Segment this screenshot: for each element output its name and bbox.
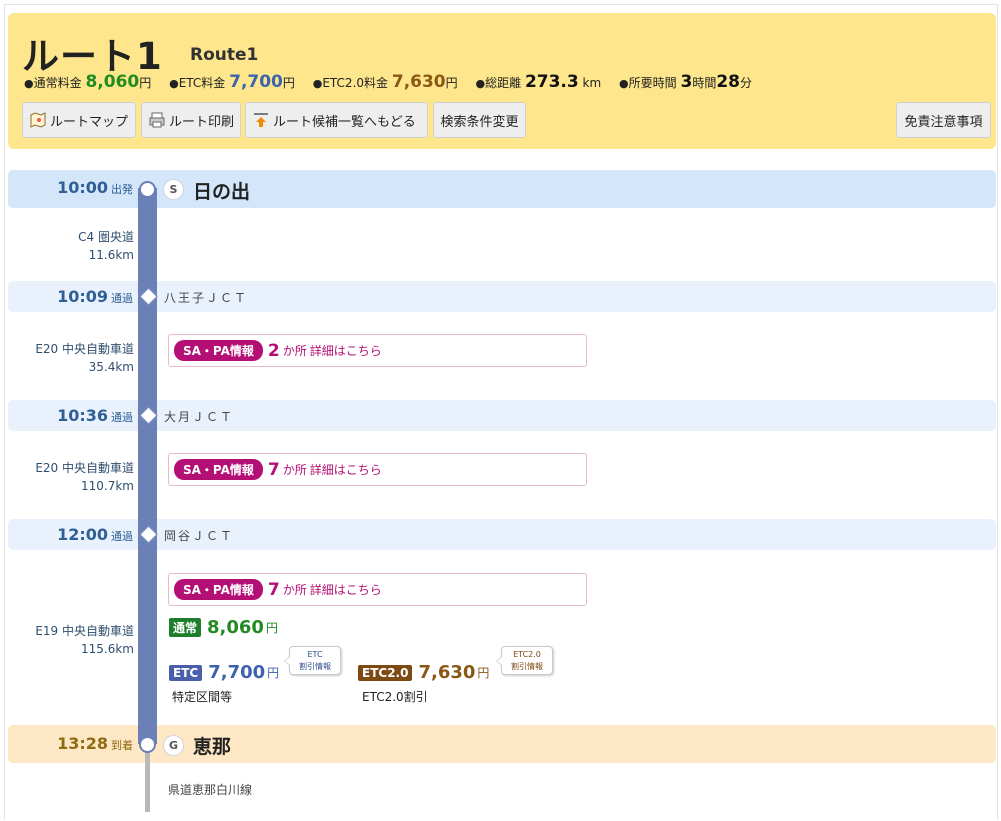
segment-3-road: E20 中央自動車道 110.7km <box>35 461 134 493</box>
etc-discount-info-line1: ETC <box>307 650 323 659</box>
disclaimer-button[interactable]: 免責注意事項 <box>896 102 991 138</box>
start-badge: S <box>163 179 184 200</box>
route-print-label: ルート印刷 <box>169 114 235 130</box>
sa-pa-info-2[interactable]: SA・PA情報 7 か所 詳細はこちら <box>168 453 587 486</box>
etc2-fee-tag: ETC2.0 <box>358 664 413 681</box>
route-summary: ●通常料金 8,060円 ●ETC料金 7,700円 ●ETC2.0料金 7,6… <box>24 72 766 94</box>
sa-pa-count: 7 <box>267 579 280 600</box>
summary-etc2-fee: ●ETC2.0料金 7,630円 <box>312 72 458 92</box>
etc2-fee: ETC2.0 7,630 円 <box>358 662 489 683</box>
etc-discount-info-button[interactable]: ETC 割引情報 <box>284 646 341 675</box>
disclaimer-label: 免責注意事項 <box>904 114 983 130</box>
sa-pa-info-1[interactable]: SA・PA情報 2 か所 詳細はこちら <box>168 334 587 367</box>
goal-marker <box>139 736 156 753</box>
summary-distance: ●総距離 273.3 km <box>475 72 602 92</box>
normal-fee-tag: 通常 <box>169 618 202 637</box>
normal-fee-value: 8,060 <box>207 617 264 638</box>
pass-2-name: 大月ＪＣＴ <box>164 410 235 424</box>
sa-pa-unit: か所 <box>282 344 307 358</box>
sa-pa-pill: SA・PA情報 <box>174 459 263 480</box>
etc-fee: ETC 7,700 円 <box>169 662 279 683</box>
after-goal-road: 県道恵那白川線 <box>168 783 253 797</box>
pass-1-name: 八王子ＪＣＴ <box>164 291 249 305</box>
etc2-note: ETC2.0割引 <box>362 690 428 704</box>
etc2-discount-info-line1: ETC2.0 <box>513 650 541 659</box>
sa-pa-info-3[interactable]: SA・PA情報 7 か所 詳細はこちら <box>168 573 587 606</box>
pass-2-time: 10:36 通過 <box>57 406 133 425</box>
normal-fee-unit: 円 <box>265 621 278 635</box>
goal-place: 恵那 <box>193 736 232 758</box>
sa-pa-pill: SA・PA情報 <box>174 579 263 600</box>
route-map-label: ルートマップ <box>50 114 129 130</box>
route-print-button[interactable]: ルート印刷 <box>141 102 241 138</box>
printer-icon <box>149 112 165 128</box>
sa-pa-detail-link[interactable]: 詳細はこちら <box>310 461 382 478</box>
etc2-discount-info-button[interactable]: ETC2.0 割引情報 <box>496 646 553 675</box>
change-conditions-label: 検索条件変更 <box>440 114 519 130</box>
sa-pa-detail-link[interactable]: 詳細はこちら <box>310 581 382 598</box>
route-map-button[interactable]: ルートマップ <box>22 102 136 138</box>
pass-1-time: 10:09 通過 <box>57 287 133 306</box>
start-marker <box>139 181 156 198</box>
route-line-after-goal <box>145 750 150 812</box>
start-time: 10:00 出発 <box>57 178 133 197</box>
summary-normal-fee: ●通常料金 8,060円 <box>24 72 152 92</box>
change-conditions-button[interactable]: 検索条件変更 <box>433 102 526 138</box>
etc2-discount-info-line2: 割引情報 <box>511 662 543 671</box>
back-to-list-button[interactable]: ルート候補一覧へもどる <box>245 102 428 138</box>
route-subtitle: Route1 <box>190 45 259 65</box>
etc-note: 特定区間等 <box>172 690 233 704</box>
segment-4-road: E19 中央自動車道 115.6km <box>35 624 134 656</box>
etc-discount-info-line2: 割引情報 <box>299 662 331 671</box>
back-to-list-icon <box>254 113 268 127</box>
etc-fee-unit: 円 <box>267 666 280 680</box>
pass-3-name: 岡谷ＪＣＴ <box>164 529 235 543</box>
segment-1-road: C4 圏央道 11.6km <box>78 230 134 262</box>
sa-pa-count: 2 <box>267 340 280 361</box>
route-header: ルート1 Route1 ●通常料金 8,060円 ●ETC料金 7,700円 ●… <box>8 13 996 149</box>
sa-pa-detail-link[interactable]: 詳細はこちら <box>310 342 382 359</box>
sa-pa-pill: SA・PA情報 <box>174 340 263 361</box>
route-line <box>138 188 157 744</box>
normal-fee: 通常 8,060 円 <box>169 617 278 638</box>
summary-etc-fee: ●ETC料金 7,700円 <box>169 72 295 92</box>
goal-time: 13:28 到着 <box>57 734 133 753</box>
etc2-fee-unit: 円 <box>477 666 490 680</box>
summary-duration: ●所要時間 3時間28分 <box>619 72 753 92</box>
pass-3-time: 12:00 通過 <box>57 525 133 544</box>
sa-pa-unit: か所 <box>282 583 307 597</box>
etc-fee-tag: ETC <box>169 664 203 681</box>
etc2-fee-value: 7,630 <box>418 662 476 683</box>
start-place: 日の出 <box>193 181 251 203</box>
etc-fee-value: 7,700 <box>208 662 266 683</box>
map-icon <box>30 112 46 128</box>
sa-pa-count: 7 <box>267 459 280 480</box>
sa-pa-unit: か所 <box>282 463 307 477</box>
back-to-list-label: ルート候補一覧へもどる <box>273 114 416 130</box>
goal-badge: G <box>163 735 184 756</box>
segment-2-road: E20 中央自動車道 35.4km <box>35 342 134 374</box>
